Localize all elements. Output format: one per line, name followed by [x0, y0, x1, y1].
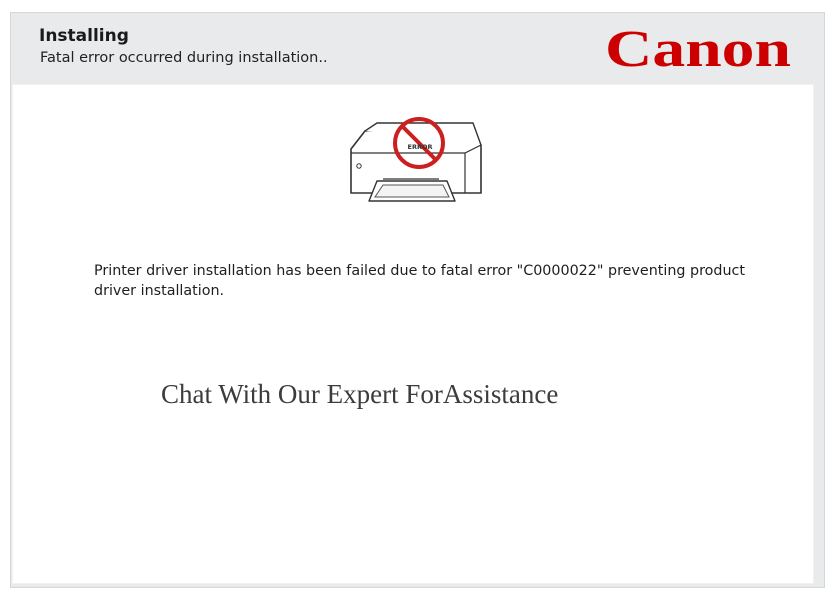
content-panel: ERROR Printer driver installation has be… — [12, 84, 814, 584]
installer-header: Installing Fatal error occurred during i… — [10, 12, 825, 84]
page-subtitle: Fatal error occurred during installation… — [40, 50, 328, 66]
printer-error-icon: ERROR — [350, 117, 482, 202]
error-label: ERROR — [408, 143, 433, 151]
canon-logo: Canon — [605, 21, 791, 74]
error-message: Printer driver installation has been fai… — [94, 263, 745, 299]
chat-with-expert-link[interactable]: Chat With Our Expert ForAssistance — [161, 379, 558, 410]
installer-window: Installing Fatal error occurred during i… — [0, 0, 837, 598]
canon-logo-text: Canon — [605, 21, 791, 74]
page-title: Installing — [39, 26, 129, 46]
